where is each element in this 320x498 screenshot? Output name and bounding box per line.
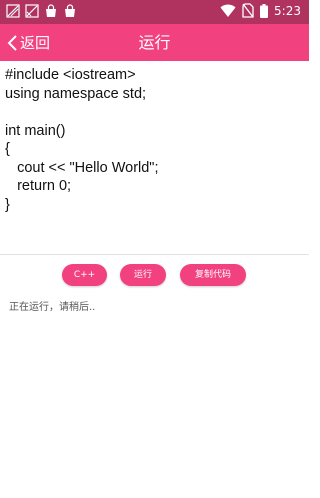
- swatch-icon: [6, 4, 20, 18]
- battery-icon: [260, 3, 269, 18]
- picture-icon: [25, 4, 39, 18]
- back-button[interactable]: 返回: [6, 24, 50, 61]
- code-editor[interactable]: #include <iostream> using namespace std;…: [0, 61, 309, 254]
- app-bar: 返回 运行: [0, 24, 309, 61]
- copy-code-button[interactable]: 复制代码: [180, 264, 246, 286]
- no-sim-icon: [242, 3, 254, 18]
- run-output: 正在运行，请稍后..: [9, 302, 96, 313]
- run-button[interactable]: 运行: [120, 264, 166, 286]
- action-buttons: C++ 运行 复制代码: [0, 264, 309, 286]
- divider: [0, 254, 309, 255]
- language-cpp-button[interactable]: C++: [62, 264, 107, 286]
- clock: 5:23: [274, 3, 301, 18]
- bag-icon: [65, 4, 75, 17]
- chevron-left-icon: [7, 34, 17, 51]
- notification-icons: [6, 4, 77, 18]
- system-icons: 5:23: [220, 3, 301, 18]
- status-bar: 5:23: [0, 0, 309, 24]
- wifi-icon: [220, 4, 236, 17]
- bag-icon: [46, 4, 56, 17]
- back-label: 返回: [20, 34, 51, 52]
